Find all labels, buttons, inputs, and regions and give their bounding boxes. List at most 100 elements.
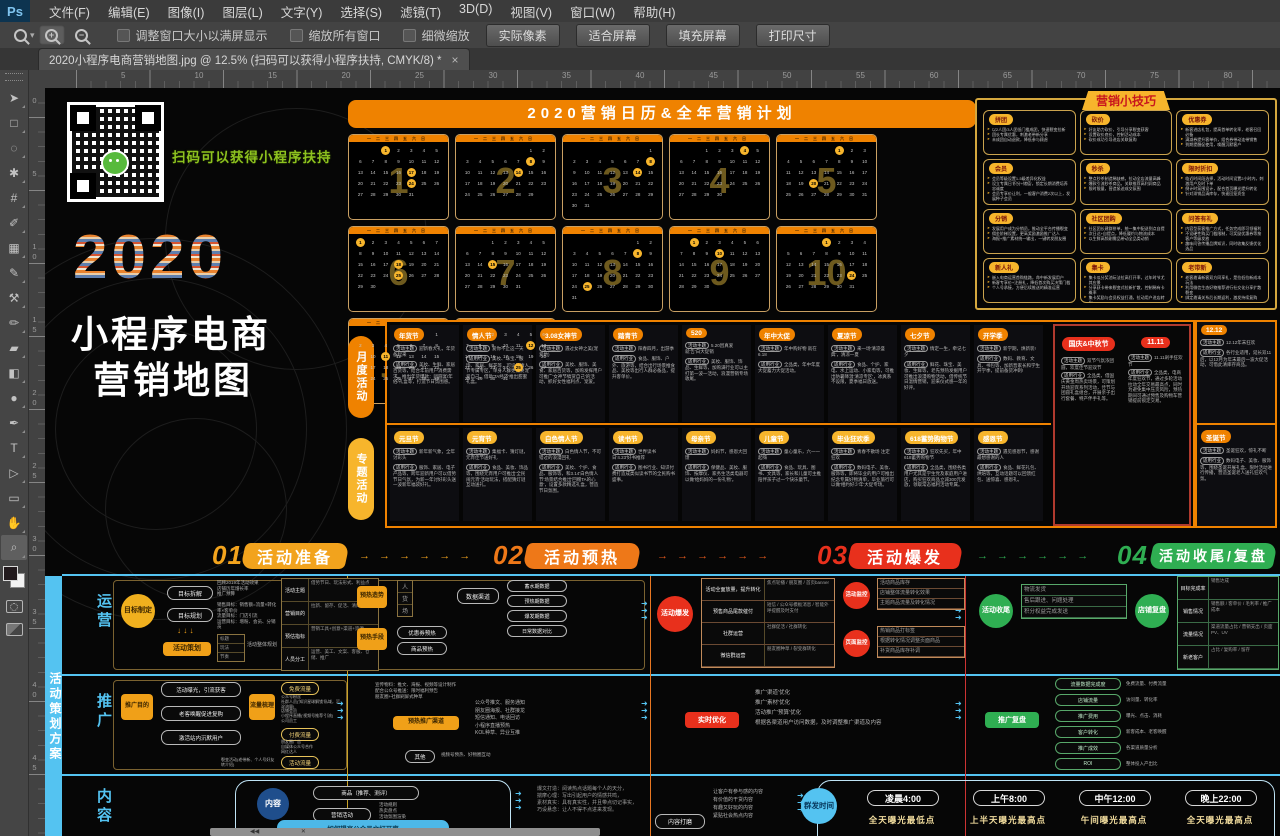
review-row: 销售情况销售额 / 客单价 / 毛利率 / 推广成本 bbox=[1178, 600, 1278, 623]
tool-button[interactable]: ✱ bbox=[1, 160, 27, 185]
tool-button[interactable]: ✋ bbox=[1, 510, 27, 535]
realtime-optimize-node: 实时优化 bbox=[685, 712, 739, 728]
month-days: 1234567891011121314151617181920212223242… bbox=[782, 237, 871, 292]
panel-grip-icon[interactable] bbox=[5, 73, 23, 81]
tool-button[interactable]: ▰ bbox=[1, 335, 27, 360]
tool-button[interactable]: ▭ bbox=[1, 485, 27, 510]
tool-button[interactable]: ✐ bbox=[1, 210, 27, 235]
activity-industry: 适用行业全品类，电商年度狂欢节，通过多轮活动拉动全年交易最高点，同时为避免集中压… bbox=[1128, 369, 1183, 404]
menu-item[interactable]: 滤镜(T) bbox=[400, 2, 441, 21]
special-cards-row: 元旦节 活动主题新年新气象，全年讨彩头 适用行业服饰、家居、电子产品等，跨年迎新… bbox=[390, 428, 1048, 521]
tip-card: 新人礼 ➤嵌入电商运营首购链路，命中新发展用户➤新客专享价+注册礼，降低首次购买… bbox=[983, 258, 1076, 303]
activity-card: 圣诞节 活动主题圣诞狂欢，惊礼不断 适用行业数码电子、美妆、服饰等，围绕圣诞开展… bbox=[1197, 427, 1275, 522]
tool-button[interactable]: ◌ bbox=[1, 135, 27, 160]
activity-card: 母亲节 活动主题妈妈节，感恩大回馈 适用行业保健品、美妆、服饰、按摩仪、家务生活… bbox=[682, 428, 751, 521]
tool-button[interactable]: ◧ bbox=[1, 360, 27, 385]
warmup-box: 商品预热 bbox=[397, 642, 447, 655]
options-button[interactable]: 实际像素 bbox=[486, 24, 560, 47]
ruler-number: 60 bbox=[930, 71, 939, 80]
tool-button[interactable]: ▦ bbox=[1, 235, 27, 260]
tip-line: ➤分享获卡带来裂变式拉新扩散，控制稀有卡概率 bbox=[1084, 285, 1169, 295]
text-line: 网红达人 bbox=[281, 750, 343, 755]
tool-button[interactable]: # bbox=[1, 185, 27, 210]
document-canvas[interactable]: 扫码可以获得小程序扶持 2020 小程序电商 营销地图 2020营销日历&全年营… bbox=[45, 88, 1280, 836]
promo-review-row: 流量数据完成度 免费流量、付费流量 bbox=[1055, 678, 1273, 690]
tool-button[interactable]: ⚒ bbox=[1, 285, 27, 310]
poster-year: 2020 bbox=[73, 222, 227, 293]
menu-item[interactable]: 选择(S) bbox=[340, 2, 382, 21]
tip-card: 秒杀 ➤整点秒杀制造稀缺感，拉动全店流量高峰➤爆款引流秒杀商品，关联推荐高利润商… bbox=[1080, 159, 1173, 204]
tip-line: ➤绑定邀请关系后长期返利，激发持续复购 bbox=[1180, 295, 1265, 300]
ruler-number: 5 bbox=[121, 71, 125, 80]
menu-item[interactable]: 窗口(W) bbox=[570, 2, 615, 21]
ruler-number: 50 bbox=[783, 71, 792, 80]
tool-preset[interactable]: ▾ bbox=[14, 29, 35, 42]
option-checkbox[interactable]: 缩放所有窗口 bbox=[290, 27, 381, 44]
ruler-number: 40 bbox=[636, 71, 645, 80]
menu-item[interactable]: 图像(I) bbox=[168, 2, 205, 21]
menu-item[interactable]: 图层(L) bbox=[222, 2, 262, 21]
tip-card: 问答有礼 ➤内容型获客推广方式，任务完成即可领福利➤不设硬性购买门槛限制，可奖励… bbox=[1176, 209, 1269, 254]
calendar-banner: 2020营销日历&全年营销计划 bbox=[348, 100, 976, 128]
menu-item[interactable]: 编辑(E) bbox=[108, 2, 150, 21]
activity-card: 元旦节 活动主题新年新气象，全年讨彩头 适用行业服饰、家居、电子产品等，跨年迎新… bbox=[390, 428, 459, 521]
activity-industry: 适用行业鲜花、珠宝、美妆、生鲜等，老先预热发掘用户可推出浪漫购物活动，借传统节日… bbox=[904, 361, 967, 391]
screen-mode-icon[interactable] bbox=[6, 623, 23, 636]
month-days: 1234567891011121314151617181920212223242… bbox=[675, 237, 764, 292]
menu-item[interactable]: 帮助(H) bbox=[633, 2, 675, 21]
review-row: 流量情况渠道流量占比 / 营销支出 / 页面PV、UV bbox=[1178, 623, 1278, 646]
options-button[interactable]: 适合屏幕 bbox=[576, 24, 650, 47]
wechat-icon bbox=[101, 150, 129, 176]
foreground-color[interactable] bbox=[3, 566, 18, 581]
tip-line: ➤到期提醒促使用，唤醒沉默客户 bbox=[1180, 142, 1265, 147]
close-icon[interactable]: ✕ bbox=[301, 829, 306, 835]
tool-button[interactable]: ● bbox=[1, 385, 27, 410]
tip-label: 会员 bbox=[989, 163, 1013, 174]
scroll-left-icon[interactable]: ◀◀ bbox=[250, 829, 259, 835]
text-line: 素材真实：具有真实性，并且带点切记事实， bbox=[537, 800, 693, 807]
activity-industry: 适用行业全品类，年中年度大促蓄力大促活动。 bbox=[758, 361, 821, 374]
checkbox-icon[interactable] bbox=[403, 29, 416, 42]
goal-plan-node: 目标规划 bbox=[167, 608, 213, 622]
tab-close-icon[interactable]: × bbox=[452, 53, 459, 67]
data-row: 蓄水期数据 bbox=[507, 580, 567, 592]
activity-title-badge: 520 bbox=[686, 328, 707, 338]
tool-button[interactable]: ➤ bbox=[1, 85, 27, 110]
tool-button[interactable]: ✎ bbox=[1, 260, 27, 285]
color-swatches[interactable] bbox=[3, 566, 25, 588]
promo-review-row: ROI 整体投入产出比 bbox=[1055, 758, 1273, 770]
tool-button[interactable]: ⌕ bbox=[1, 535, 27, 560]
zoom-in-button[interactable]: + bbox=[39, 25, 65, 45]
options-button[interactable]: 打印尺寸 bbox=[756, 24, 830, 47]
data-row: 日常数据对比 bbox=[507, 625, 567, 637]
option-checkbox[interactable]: 细微缩放 bbox=[403, 27, 470, 44]
checkbox-icon[interactable] bbox=[290, 29, 303, 42]
option-checkbox[interactable]: 调整窗口大小以满屏显示 bbox=[117, 27, 268, 44]
side-strip: 活动策划方案 bbox=[45, 576, 62, 836]
tip-label: 新人礼 bbox=[989, 262, 1019, 273]
options-button[interactable]: 填充屏幕 bbox=[666, 24, 740, 47]
ruler-number: 5 bbox=[30, 169, 39, 179]
menu-item[interactable]: 视图(V) bbox=[510, 2, 552, 21]
checkbox-icon[interactable] bbox=[117, 29, 130, 42]
warmup-box: 优惠券预热 bbox=[397, 626, 447, 639]
tool-button[interactable]: ▷ bbox=[1, 460, 27, 485]
weekday-header: 一二三四五六日 bbox=[456, 135, 555, 142]
tool-button[interactable]: ✏ bbox=[1, 310, 27, 335]
ruler-number: 0 bbox=[30, 96, 39, 106]
document-tab[interactable]: 2020小程序电商营销地图.jpg @ 12.5% (扫码可以获得小程序扶持, … bbox=[38, 48, 470, 71]
zoom-out-button[interactable]: − bbox=[69, 25, 95, 45]
tool-button[interactable]: T bbox=[1, 435, 27, 460]
item-row: 节奏 bbox=[218, 653, 244, 661]
monitor-row: 活动商品库存 bbox=[878, 579, 964, 589]
tool-button[interactable]: □ bbox=[1, 110, 27, 135]
row-divider bbox=[387, 423, 1051, 425]
menu-item[interactable]: 3D(D) bbox=[459, 2, 492, 21]
menu-item[interactable]: 文字(Y) bbox=[281, 2, 323, 21]
quick-mask-icon[interactable] bbox=[6, 600, 23, 613]
menu-item[interactable]: 文件(F) bbox=[49, 2, 90, 21]
tool-button[interactable]: ✒ bbox=[1, 410, 27, 435]
status-strip[interactable]: ◀◀ ✕ bbox=[210, 828, 600, 836]
activity-industry: 适用行业食品、个护、家电、水上运动、小家电等，可推出防暑降温'清凉专区'，冰爽系… bbox=[831, 361, 894, 385]
tip-line: ➤未成团自动退款，降低参与顾虑 bbox=[987, 137, 1072, 142]
